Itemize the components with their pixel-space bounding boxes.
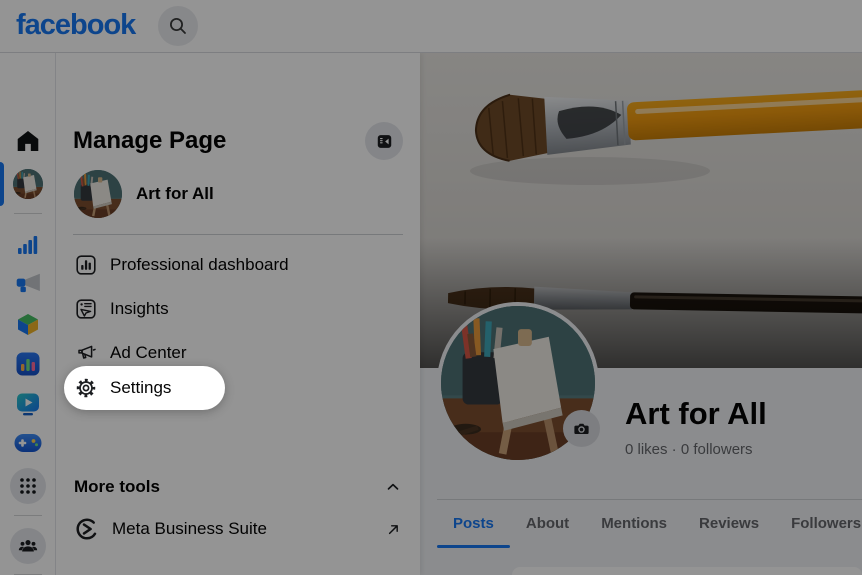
menu-item-label: Settings bbox=[110, 378, 172, 397]
dim-overlay bbox=[0, 0, 862, 575]
facebook-manage-page-screen: facebook Manage Page Art for All Profess… bbox=[0, 0, 862, 575]
gear-icon bbox=[76, 378, 96, 398]
menu-item-settings[interactable]: Settings bbox=[64, 366, 225, 410]
